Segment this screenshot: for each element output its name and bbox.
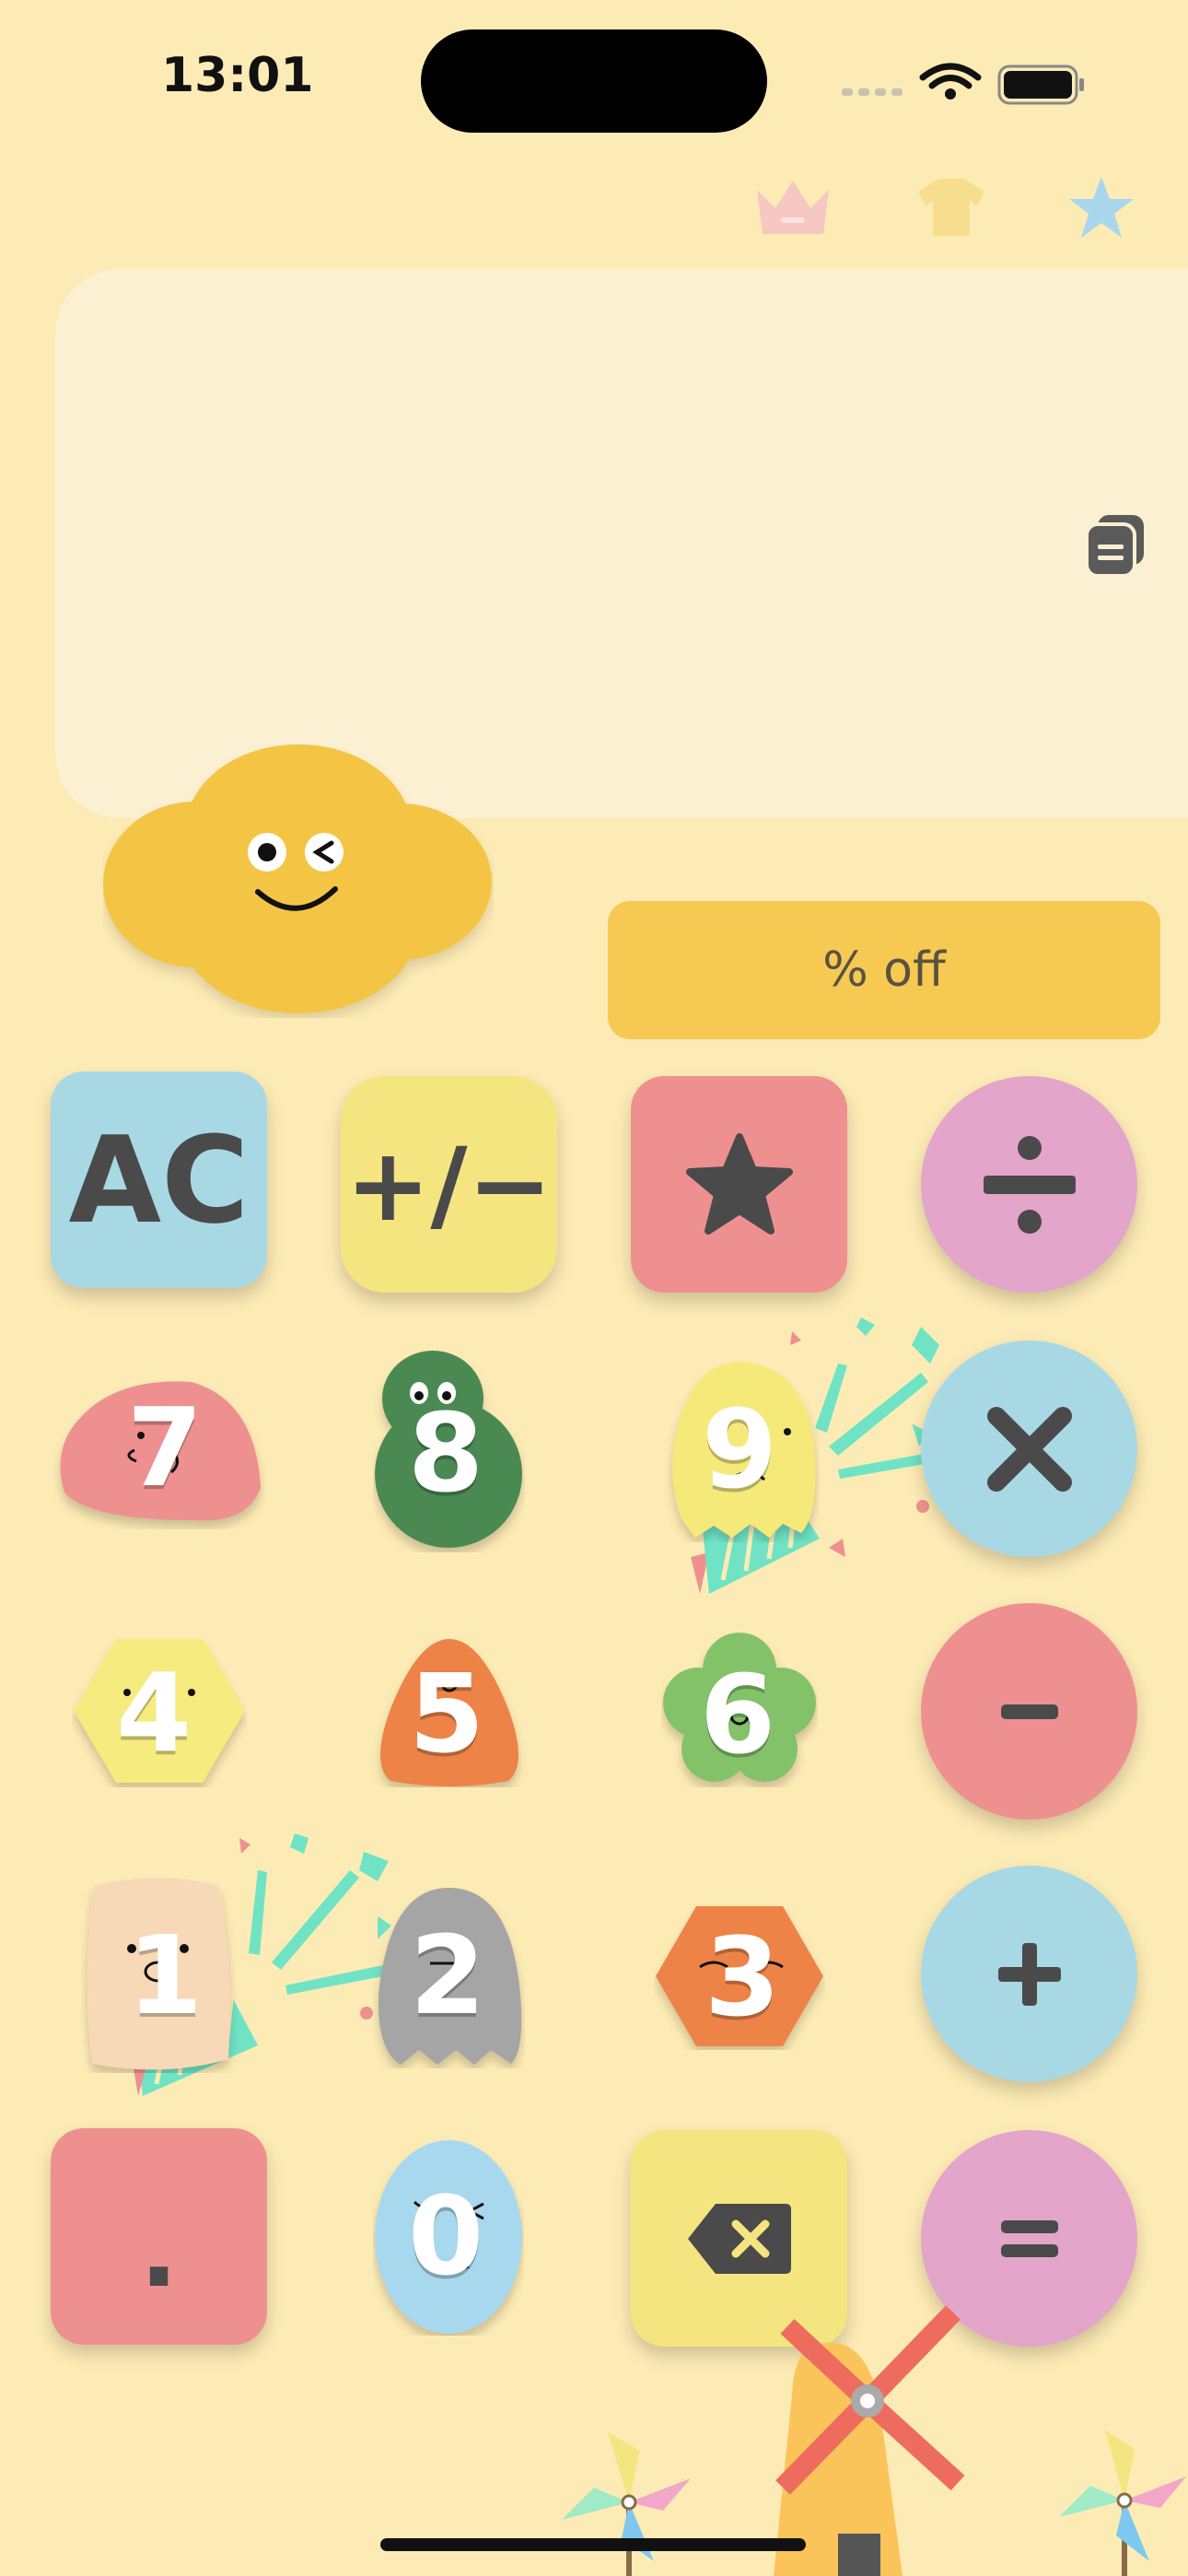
digit-4-label: 4 [116, 1649, 192, 1776]
digit-3-button[interactable]: 3 [654, 1903, 825, 2050]
digit-1-button[interactable]: 1 [81, 1875, 238, 2073]
digit-9-button[interactable]: 9 [663, 1358, 820, 1542]
wifi-icon [919, 63, 982, 89]
digit-4-button[interactable]: 4 [72, 1635, 247, 1787]
status-time: 13:01 [161, 48, 314, 103]
digit-6-button[interactable]: 6 [661, 1631, 818, 1787]
favorite-button[interactable] [631, 1076, 847, 1293]
digit-5-label: 5 [409, 1650, 485, 1777]
minus-icon [1000, 1704, 1058, 1719]
signal-icon [842, 88, 903, 96]
divide-button[interactable] [921, 1076, 1137, 1293]
digit-8-label: 8 [408, 1389, 484, 1516]
pinwheel-decoration [1059, 2430, 1186, 2576]
digit-2-button[interactable]: 2 [373, 1884, 525, 2068]
decimal-label: . [139, 2191, 179, 2310]
digit-7-label: 7 [127, 1384, 204, 1511]
home-indicator[interactable] [380, 2538, 806, 2551]
equals-icon [1000, 2219, 1058, 2257]
dynamic-island [421, 29, 767, 133]
copy-icon[interactable] [1083, 511, 1147, 580]
digit-0-button[interactable]: 0 [373, 2137, 524, 2336]
digit-3-label: 3 [705, 1914, 781, 2041]
minus-button[interactable] [921, 1603, 1137, 1820]
sign-label: +/− [345, 1125, 553, 1244]
clear-label: AC [68, 1109, 250, 1250]
shirt-icon[interactable] [916, 175, 986, 240]
clear-button[interactable]: AC [51, 1071, 267, 1288]
star-icon[interactable] [1066, 173, 1136, 241]
status-icons [842, 63, 1084, 105]
crown-icon[interactable] [753, 175, 833, 241]
digit-0-label: 0 [408, 2172, 484, 2300]
digit-6-label: 6 [700, 1651, 776, 1778]
result-display [55, 269, 1188, 818]
multiply-button[interactable] [921, 1341, 1137, 1557]
multiply-icon [986, 1406, 1072, 1492]
digit-8-button[interactable]: 8 [373, 1345, 525, 1552]
sign-toggle-button[interactable]: +/− [341, 1076, 557, 1293]
plus-icon [997, 1942, 1061, 2006]
backspace-icon [687, 2203, 791, 2274]
digit-2-label: 2 [410, 1912, 486, 2039]
digit-5-button[interactable]: 5 [370, 1635, 529, 1787]
battery-icon [997, 64, 1084, 105]
cloud-mascot [103, 744, 492, 1013]
star-icon [685, 1132, 793, 1235]
digit-1-label: 1 [127, 1912, 204, 2039]
divide-icon [983, 1135, 1076, 1234]
discount-button[interactable]: % off [608, 901, 1160, 1039]
plus-button[interactable] [921, 1866, 1137, 2082]
digit-9-label: 9 [702, 1386, 778, 1513]
pinwheel-decoration [562, 2432, 691, 2576]
digit-7-button[interactable]: 7 [55, 1373, 253, 1529]
decimal-button[interactable]: . [51, 2128, 267, 2345]
